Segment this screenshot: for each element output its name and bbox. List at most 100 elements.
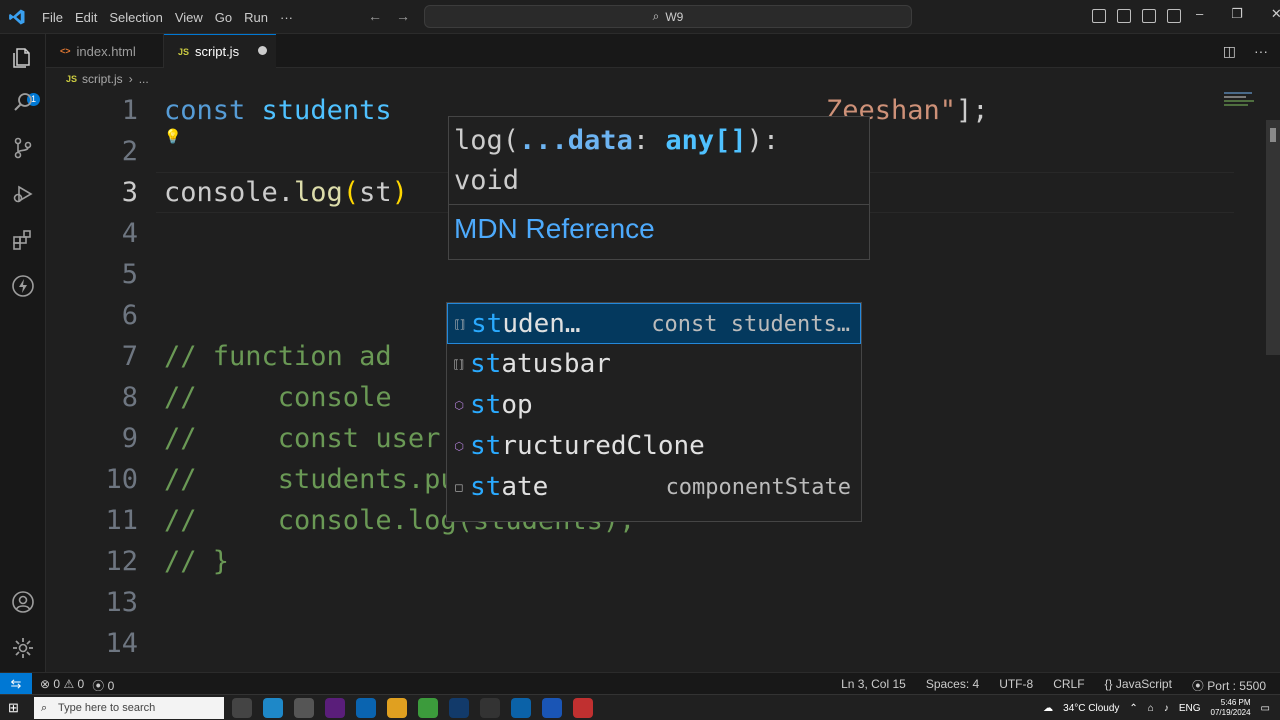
photoshop-icon[interactable] <box>449 698 469 718</box>
forward-arrow-icon[interactable]: → <box>396 8 410 24</box>
split-editor-icon[interactable]: ◫ <box>1223 43 1236 60</box>
js-file-icon: JS <box>178 46 190 57</box>
network-icon[interactable]: ⌂ <box>1148 703 1154 714</box>
accounts-icon[interactable] <box>11 590 35 614</box>
toggle-sidebar-icon[interactable] <box>1092 9 1106 23</box>
menu-file[interactable]: File <box>36 10 69 25</box>
code-editor[interactable]: 1 const students Zeeshan"]; 2 3 console.log(s… <box>46 90 1280 672</box>
suggestion-item[interactable]: ◻ state componentState <box>447 467 861 508</box>
code-text: const students <box>164 90 392 131</box>
field-icon: ◻ <box>454 481 464 494</box>
encoding[interactable]: UTF-8 <box>999 677 1033 694</box>
lightbulb-icon[interactable]: 💡 <box>164 128 181 146</box>
word-icon[interactable] <box>542 698 562 718</box>
minimap[interactable] <box>1222 90 1266 120</box>
code-token: const <box>164 95 246 126</box>
line-endings[interactable]: CRLF <box>1053 677 1084 694</box>
status-left: ⊗ 0 ⚠ 0 ⦿ 0 <box>40 677 114 694</box>
unsaved-dot-icon[interactable] <box>258 46 267 55</box>
system-tray: ☁ 34°C Cloudy ⌃ ⌂ ♪ ENG 5:46 PM 07/19/20… <box>1043 695 1270 720</box>
menu-selection[interactable]: Selection <box>103 10 168 25</box>
settings-gear-icon[interactable] <box>11 636 35 660</box>
vscode-logo-icon[interactable] <box>8 8 26 26</box>
extensions-icon[interactable] <box>11 228 35 252</box>
restore-icon[interactable]: ❐ <box>1231 6 1243 22</box>
suggestion-item[interactable]: ⬡ structuredClone <box>447 426 861 467</box>
suggestion-item[interactable]: ⬡ stop <box>447 385 861 426</box>
customize-layout-icon[interactable] <box>1167 9 1181 23</box>
overview-ruler-marker <box>1270 128 1276 142</box>
vscode-taskbar-icon[interactable] <box>511 698 531 718</box>
run-debug-icon[interactable] <box>11 182 35 206</box>
code-line[interactable]: 12 // } <box>46 541 1216 582</box>
premiere-icon[interactable] <box>325 698 345 718</box>
tab-index-html[interactable]: <> index.html <box>46 34 164 68</box>
cursor-position[interactable]: Ln 3, Col 15 <box>841 677 906 694</box>
volume-icon[interactable]: ♪ <box>1164 703 1169 714</box>
code-text: // function ad <box>164 336 392 377</box>
explorer-icon[interactable] <box>11 46 35 70</box>
mail-icon[interactable] <box>356 698 376 718</box>
clock[interactable]: 5:46 PM 07/19/2024 <box>1211 698 1251 718</box>
menu-more[interactable]: ··· <box>274 10 299 25</box>
errors-status[interactable]: ⊗ 0 ⚠ 0 <box>40 677 84 694</box>
thunder-client-icon[interactable] <box>11 274 35 298</box>
back-arrow-icon[interactable]: ← <box>368 8 382 24</box>
menu-bar: File Edit Selection View Go Run ··· <box>36 0 299 34</box>
language-mode[interactable]: {} JavaScript <box>1105 677 1172 694</box>
search-icon: ⌕ <box>652 9 660 23</box>
suggestion-label: structuredClone <box>470 426 705 467</box>
tray-chevron-icon[interactable]: ⌃ <box>1129 703 1137 714</box>
search-view-icon[interactable] <box>11 90 35 114</box>
chrome-profile-icon[interactable] <box>573 698 593 718</box>
suggestion-item[interactable]: ⟦⟧ statusbar <box>447 344 861 385</box>
file-explorer-icon[interactable] <box>387 698 407 718</box>
error-icon: ⊗ <box>40 677 51 691</box>
mdn-reference-link[interactable]: MDN Reference <box>454 213 655 245</box>
suggestion-detail: const students… <box>651 312 850 337</box>
close-icon[interactable]: ✕ <box>1271 6 1280 22</box>
edge-icon[interactable] <box>263 698 283 718</box>
indentation[interactable]: Spaces: 4 <box>926 677 979 694</box>
menu-view[interactable]: View <box>169 10 209 25</box>
remote-indicator-icon[interactable]: ⇆ <box>0 673 32 695</box>
task-view-icon[interactable] <box>232 698 252 718</box>
chrome-icon[interactable] <box>418 698 438 718</box>
title-bar: File Edit Selection View Go Run ··· ← → … <box>0 0 1280 34</box>
breadcrumb-more[interactable]: ... <box>139 72 149 86</box>
status-bar: ⇆ ⊗ 0 ⚠ 0 ⦿ 0 Ln 3, Col 15 Spaces: 4 UTF… <box>0 672 1280 695</box>
live-server-port[interactable]: ⦿ Port : 5500 <box>1192 677 1266 694</box>
code-line[interactable]: 13 <box>46 582 1216 623</box>
suggestion-rest: uden… <box>502 309 581 339</box>
obs-icon[interactable] <box>294 698 314 718</box>
notifications-icon[interactable]: ▭ <box>1261 703 1270 714</box>
html-file-icon: <> <box>60 46 71 56</box>
toggle-panel-icon[interactable] <box>1117 9 1131 23</box>
taskbar-search[interactable]: ⌕ Type here to search <box>34 697 224 719</box>
code-line[interactable]: 14 <box>46 623 1216 664</box>
code-line[interactable]: 5 <box>46 254 1216 295</box>
menu-go[interactable]: Go <box>209 10 238 25</box>
more-actions-icon[interactable]: ··· <box>1254 43 1268 60</box>
breadcrumb-file[interactable]: script.js <box>82 72 123 86</box>
toggle-secondary-sidebar-icon[interactable] <box>1142 9 1156 23</box>
layout-controls <box>1092 9 1181 23</box>
hover-tooltip: log(...data: any[]): void MDN Reference <box>448 116 870 260</box>
suggestion-rest: atusbar <box>501 349 611 379</box>
minimize-icon[interactable]: – <box>1196 6 1203 22</box>
code-token: // function ad <box>164 341 392 372</box>
source-control-icon[interactable] <box>11 136 35 160</box>
suggestion-item[interactable]: ⟦⟧ studen… const students… <box>447 303 861 344</box>
ports-status[interactable]: ⦿ 0 <box>92 677 114 694</box>
language-indicator[interactable]: ENG <box>1179 703 1201 714</box>
command-center[interactable]: ⌕ W9 <box>424 5 912 28</box>
weather[interactable]: 34°C Cloudy <box>1063 703 1119 714</box>
weather-icon: ☁ <box>1043 702 1054 714</box>
menu-edit[interactable]: Edit <box>69 10 103 25</box>
menu-run[interactable]: Run <box>238 10 274 25</box>
suggestion-match: st <box>470 349 502 379</box>
vertical-scrollbar[interactable] <box>1266 120 1280 355</box>
warning-icon: ⚠ <box>63 677 75 691</box>
media-player-icon[interactable] <box>480 698 500 718</box>
windows-start-icon[interactable]: ⊞ <box>8 700 24 716</box>
